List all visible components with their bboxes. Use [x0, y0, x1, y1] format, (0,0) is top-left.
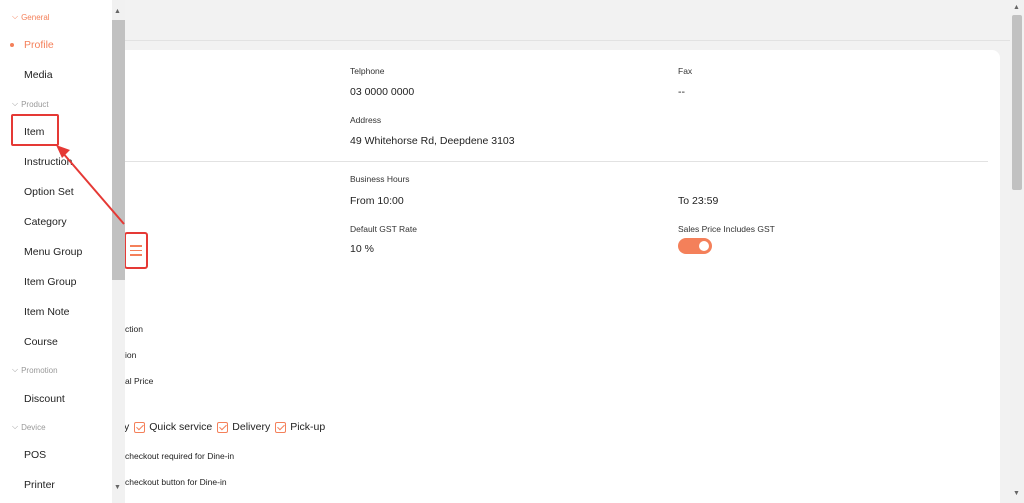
hours-from: From 10:00	[350, 195, 404, 207]
sidebar-item-profile[interactable]: Profile	[24, 39, 54, 51]
fax-label: Fax	[678, 66, 693, 76]
telephone-value: 03 0000 0000	[350, 86, 415, 98]
option-partial-1: ction	[125, 324, 143, 334]
hamburger-line	[130, 254, 142, 256]
section-label: Device	[21, 422, 46, 432]
address-value: 49 Whitehorse Rd, Deepdene 3103	[350, 135, 515, 147]
scroll-down-icon[interactable]: ▼	[114, 484, 121, 491]
sidebar-section-promotion[interactable]: ⌵ Promotion	[12, 365, 58, 375]
pickup-label: Pick-up	[290, 421, 326, 433]
address-label: Address	[350, 115, 382, 125]
hamburger-menu-icon[interactable]	[124, 232, 148, 269]
chevron-down-icon: ⌵	[12, 365, 19, 374]
hours-to: To 23:59	[678, 195, 719, 207]
chevron-down-icon: ⌵	[12, 422, 19, 431]
sidebar-item-category[interactable]: Category	[24, 216, 67, 228]
sidebar-item-discount[interactable]: Discount	[24, 393, 65, 405]
telephone-label: Telphone	[350, 66, 385, 76]
option-partial-3: al Price	[125, 376, 154, 386]
sidebar-item-printer[interactable]: Printer	[24, 479, 55, 491]
chevron-down-icon: ⌵	[12, 12, 19, 21]
checkout-button-option: checkout button for Dine-in	[125, 477, 227, 487]
profile-card	[100, 50, 1000, 503]
sidebar-item-menu-group[interactable]: Menu Group	[24, 246, 82, 258]
sidebar-section-device[interactable]: ⌵ Device	[12, 422, 46, 432]
sidebar-item-item-note[interactable]: Item Note	[24, 306, 70, 318]
page-scrollbar-thumb[interactable]	[1012, 15, 1022, 190]
sidebar-scrollbar-thumb[interactable]	[112, 20, 125, 280]
gst-rate-label: Default GST Rate	[350, 224, 417, 234]
option-partial-2: ion	[125, 350, 137, 360]
annotation-highlight-box	[11, 114, 59, 146]
sidebar-item-course[interactable]: Course	[24, 336, 58, 348]
sidebar-section-product[interactable]: ⌵ Product	[12, 99, 49, 109]
scroll-down-icon[interactable]: ▼	[1013, 490, 1020, 497]
scroll-up-icon[interactable]: ▲	[114, 8, 121, 15]
hamburger-line	[130, 245, 142, 247]
page-header	[0, 0, 1010, 41]
delivery-label: Delivery	[232, 421, 271, 433]
hamburger-line	[130, 249, 142, 252]
sidebar-section-general[interactable]: ⌵ General	[12, 12, 50, 22]
sidebar-item-option-set[interactable]: Option Set	[24, 186, 74, 198]
business-hours-label: Business Hours	[350, 174, 410, 184]
section-label: Product	[21, 99, 49, 109]
delivery-checkbox[interactable]	[217, 421, 229, 433]
sidebar-item-media[interactable]: Media	[24, 69, 53, 81]
active-indicator-dot	[10, 43, 14, 47]
fax-value: --	[678, 86, 685, 98]
pickup-checkbox[interactable]	[275, 421, 287, 433]
gst-rate-value: 10 %	[350, 243, 374, 255]
section-label: Promotion	[21, 365, 58, 375]
sidebar-item-pos[interactable]: POS	[24, 449, 46, 461]
service-type-row: y Quick service Delivery Pick-up	[124, 420, 325, 434]
checkout-required-option: checkout required for Dine-in	[125, 451, 235, 461]
toggle-knob	[699, 241, 709, 251]
sidebar-item-item-group[interactable]: Item Group	[24, 276, 77, 288]
scroll-up-icon[interactable]: ▲	[1013, 4, 1020, 11]
section-label: General	[21, 12, 50, 22]
quick-service-label: Quick service	[149, 421, 213, 433]
sales-price-gst-toggle[interactable]	[678, 238, 712, 254]
chevron-down-icon: ⌵	[12, 99, 19, 108]
sales-price-gst-label: Sales Price Includes GST	[678, 224, 775, 234]
sidebar-item-instruction[interactable]: Instruction	[24, 156, 72, 168]
quick-service-checkbox[interactable]	[134, 421, 146, 433]
section-divider	[118, 161, 988, 162]
